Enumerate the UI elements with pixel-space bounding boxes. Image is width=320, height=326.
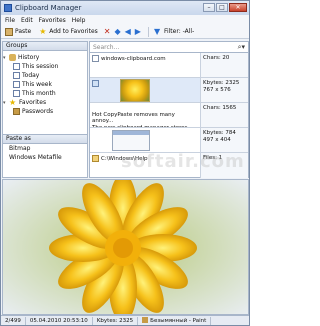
delete-icon[interactable]: ✕: [104, 27, 111, 36]
filter-label: Filter: -All-: [163, 28, 195, 35]
back-icon[interactable]: ◀: [125, 27, 131, 36]
watermark: softair.com: [121, 151, 245, 172]
clip-meta-line: 767 x 576: [203, 87, 231, 93]
tree-item-label: Favorites: [19, 99, 47, 106]
search-input[interactable]: Search...: [93, 44, 119, 51]
tree-item-label: This month: [22, 90, 56, 97]
clip-meta-line: Kbytes: 2325: [203, 80, 240, 86]
groups-header: Groups: [3, 42, 87, 51]
app-icon: [4, 4, 12, 12]
status-source-label: Безымянный - Paint: [150, 317, 207, 324]
groups-tree: ▾ History This session Today This week T…: [3, 51, 87, 116]
clip-text: Hot CopyPaste removes many annoy... The …: [92, 111, 193, 128]
tree-item-label: History: [18, 54, 40, 61]
status-datetime: 05.04.2010 20:53:10: [26, 316, 93, 325]
screenshot-thumbnail: [112, 130, 150, 151]
tree-item-this-session[interactable]: This session: [3, 62, 87, 71]
paste-button[interactable]: Paste: [3, 26, 33, 37]
calendar-icon: [13, 72, 20, 79]
clip-meta: Chars: 1565: [200, 103, 248, 127]
paste-as-bitmap[interactable]: Bitmap: [3, 144, 87, 153]
add-favorites-label: Add to Favorites: [49, 28, 98, 35]
paste-as-metafile[interactable]: Windows Metafile: [3, 153, 87, 162]
search-icon[interactable]: ⌕▾: [238, 43, 245, 52]
title-bar: Clipboard Manager – □ ✕: [1, 1, 249, 15]
app-window: Clipboard Manager – □ ✕ File Edit Favori…: [0, 0, 250, 326]
flower-image: [3, 180, 248, 314]
image-preview: [2, 179, 249, 315]
filter-dropdown[interactable]: ▼ Filter: -All-: [152, 26, 196, 37]
minimize-button[interactable]: –: [203, 3, 215, 12]
clip-preview: Hot CopyPaste removes many annoy... The …: [90, 103, 200, 128]
clip-meta-line: Chars: 1565: [203, 105, 237, 111]
password-icon: [13, 108, 20, 115]
clip-preview: [90, 128, 200, 152]
paste-icon: [5, 27, 13, 36]
flower-thumbnail: [120, 79, 150, 102]
add-to-favorites-button[interactable]: ★ Add to Favorites: [37, 26, 100, 37]
thumbnail-bar: [113, 131, 149, 135]
clip-meta: Chars: 20: [200, 53, 248, 77]
menu-favorites[interactable]: Favorites: [39, 17, 66, 24]
paint-icon: [142, 317, 149, 323]
status-bar: 2/499 05.04.2010 20:53:10 Kbytes: 2325 Б…: [1, 315, 249, 325]
clip-meta: Kbytes: 2325 767 x 576: [200, 78, 248, 102]
clip-preview: [90, 78, 200, 102]
star-icon: ★: [39, 26, 47, 36]
tree-item-favorites[interactable]: ▾ ★ Favorites: [3, 98, 87, 107]
tree-item-passwords[interactable]: Passwords: [3, 107, 87, 116]
status-source: Безымянный - Paint: [138, 316, 212, 325]
menu-help[interactable]: Help: [72, 17, 86, 24]
clip-meta-line: 497 x 404: [203, 137, 231, 143]
maximize-button[interactable]: □: [216, 3, 228, 12]
clip-meta-line: Kbytes: 784: [203, 130, 236, 136]
move-up-icon[interactable]: ◆: [114, 27, 120, 36]
toolbar-separator: [147, 26, 149, 37]
paste-as-pane: Paste as Bitmap Windows Metafile: [2, 134, 88, 178]
status-size: Kbytes: 2325: [93, 316, 139, 325]
tree-item-label: This week: [22, 81, 52, 88]
paste-as-header: Paste as: [3, 135, 87, 144]
tree-item-label: Passwords: [22, 108, 54, 115]
filter-icon: ▼: [153, 26, 161, 36]
clip-row[interactable]: Hot CopyPaste removes many annoy... The …: [90, 103, 248, 128]
status-count: 2/499: [1, 316, 26, 325]
tree-item-today[interactable]: Today: [3, 71, 87, 80]
image-icon: [92, 80, 99, 87]
forward-icon[interactable]: ▶: [135, 27, 141, 36]
close-button[interactable]: ✕: [229, 3, 247, 12]
clip-meta: Kbytes: 784 497 x 404: [200, 128, 248, 152]
clip-meta-line: Chars: 20: [203, 55, 230, 61]
calendar-icon: [13, 63, 20, 70]
star-icon: ★: [9, 98, 17, 107]
folder-icon: [92, 155, 99, 162]
history-icon: [9, 54, 16, 61]
menu-file[interactable]: File: [5, 17, 15, 24]
paste-label: Paste: [15, 28, 32, 35]
tree-item-this-week[interactable]: This week: [3, 80, 87, 89]
search-box[interactable]: Search... ⌕▾: [90, 42, 248, 53]
text-icon: [92, 55, 99, 62]
clip-row[interactable]: windows-clipboard.com Chars: 20: [90, 53, 248, 78]
window-title: Clipboard Manager: [15, 4, 82, 12]
menu-edit[interactable]: Edit: [21, 17, 33, 24]
clip-row-selected[interactable]: Kbytes: 2325 767 x 576: [90, 78, 248, 103]
tree-item-label: Today: [22, 72, 40, 79]
toolbar: Paste ★ Add to Favorites ✕ ◆ ◀ ▶ ▼ Filte…: [1, 25, 249, 39]
tree-item-label: This session: [22, 63, 59, 70]
clip-text: windows-clipboard.com: [101, 56, 166, 62]
menu-bar: File Edit Favorites Help: [1, 15, 249, 25]
calendar-icon: [13, 90, 20, 97]
tree-item-this-month[interactable]: This month: [3, 89, 87, 98]
tree-item-history[interactable]: ▾ History: [3, 53, 87, 62]
calendar-icon: [13, 81, 20, 88]
clip-row[interactable]: Kbytes: 784 497 x 404: [90, 128, 248, 153]
window-controls: – □ ✕: [202, 3, 247, 12]
clip-preview: windows-clipboard.com: [90, 53, 200, 77]
